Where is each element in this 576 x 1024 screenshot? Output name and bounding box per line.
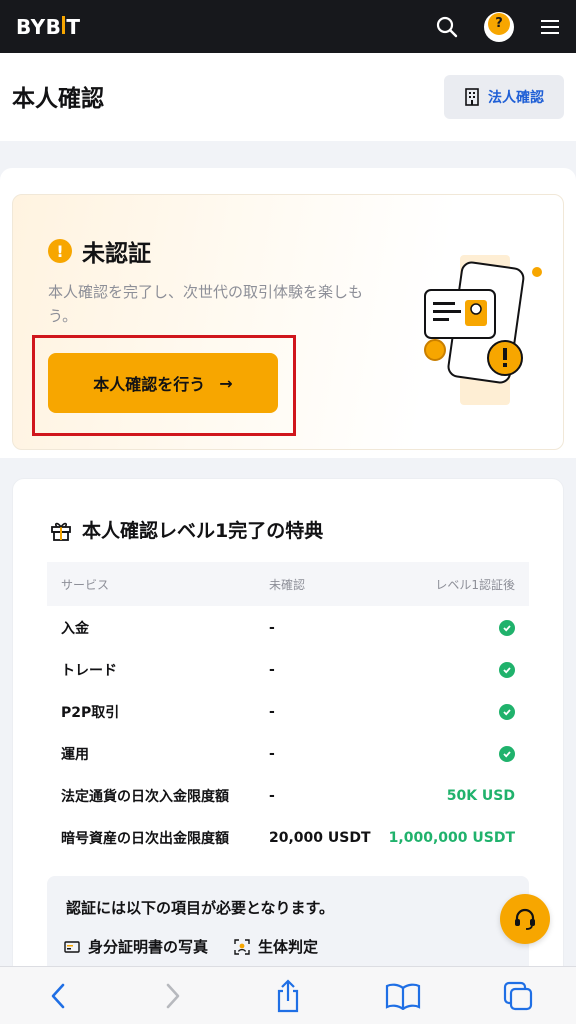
arrow-right-icon: → [219,373,233,393]
browser-toolbar [0,966,576,1024]
start-verification-button[interactable]: 本人確認を行う → [48,353,278,413]
row-unverified: - [269,620,275,636]
column-header-level1: レベル1認証後 [435,577,515,592]
table-row: 暗号資産の日次出金限度額 20,000 USDT 1,000,000 USDT [47,817,529,859]
bookmarks-icon[interactable] [373,971,433,1021]
status-label: 未認証 [82,241,151,267]
id-card-icon [64,940,80,953]
requirement-label: 生体判定 [258,938,319,956]
row-unverified: - [269,788,275,804]
row-service: P2P取引 [61,705,120,721]
start-verification-label: 本人確認を行う [93,375,206,394]
forward-icon[interactable] [143,971,203,1021]
benefits-table-header: サービス 未確認 レベル1認証後 [47,562,529,606]
table-row: トレード - [47,649,529,691]
table-row: 法定通貨の日次入金限度額 - 50K USD [47,775,529,817]
column-header-unverified: 未確認 [269,577,306,592]
status-row: ! 未認証 [48,234,151,268]
top-navigation-bar: BYB T ? [0,0,576,53]
row-service: 運用 [61,747,89,763]
headset-icon [515,908,535,930]
check-icon [499,619,515,637]
row-unverified: - [269,746,275,762]
row-service: トレード [61,663,117,679]
avatar[interactable]: ? [484,11,514,42]
share-icon[interactable] [258,971,318,1021]
gift-icon [51,522,71,541]
check-icon [499,703,515,721]
row-unverified: - [269,662,275,678]
search-icon[interactable] [436,16,458,38]
table-row: 運用 - [47,733,529,775]
row-unverified: 20,000 USDT [269,830,371,846]
row-service: 暗号資産の日次出金限度額 [61,831,229,847]
id-verification-illustration-icon [424,255,542,405]
benefits-title: 本人確認レベル1完了の特典 [82,520,324,542]
menu-icon[interactable] [540,18,560,36]
row-service: 入金 [61,621,89,637]
status-description: 本人確認を完了し、次世代の取引体験を楽しもう。 [48,283,364,325]
row-level1-value: 50K USD [446,788,515,804]
requirement-liveness: 生体判定 [234,936,318,957]
requirements-list: 身分証明書の写真 生体判定 [64,936,318,957]
page-header: 本人確認 法人確認 [0,53,576,141]
table-row: 入金 - [47,607,529,649]
row-service: 法定通貨の日次入金限度額 [61,789,229,805]
row-unverified: - [269,704,275,720]
table-row: P2P取引 - [47,691,529,733]
face-scan-icon [234,938,250,955]
building-icon [465,88,479,106]
requirement-label: 身分証明書の写真 [88,938,209,956]
corporate-verification-button[interactable]: 法人確認 [444,75,564,119]
question-avatar-icon: ? [488,12,510,35]
customer-support-button[interactable] [500,894,550,944]
bybit-logo[interactable]: BYB T [16,15,81,39]
page-title: 本人確認 [12,86,104,112]
requirements-title: 認証には以下の項目が必要となります。 [66,899,335,917]
check-icon [499,745,515,763]
check-icon [499,661,515,679]
requirement-id-photo: 身分証明書の写真 [64,936,208,957]
corporate-verification-label: 法人確認 [488,90,544,106]
column-header-service: サービス [61,577,110,592]
row-level1-value: 1,000,000 USDT [388,830,515,846]
tabs-icon[interactable] [488,971,548,1021]
back-icon[interactable] [28,971,88,1021]
warning-icon: ! [48,239,72,263]
benefits-header: 本人確認レベル1完了の特典 [50,516,323,543]
